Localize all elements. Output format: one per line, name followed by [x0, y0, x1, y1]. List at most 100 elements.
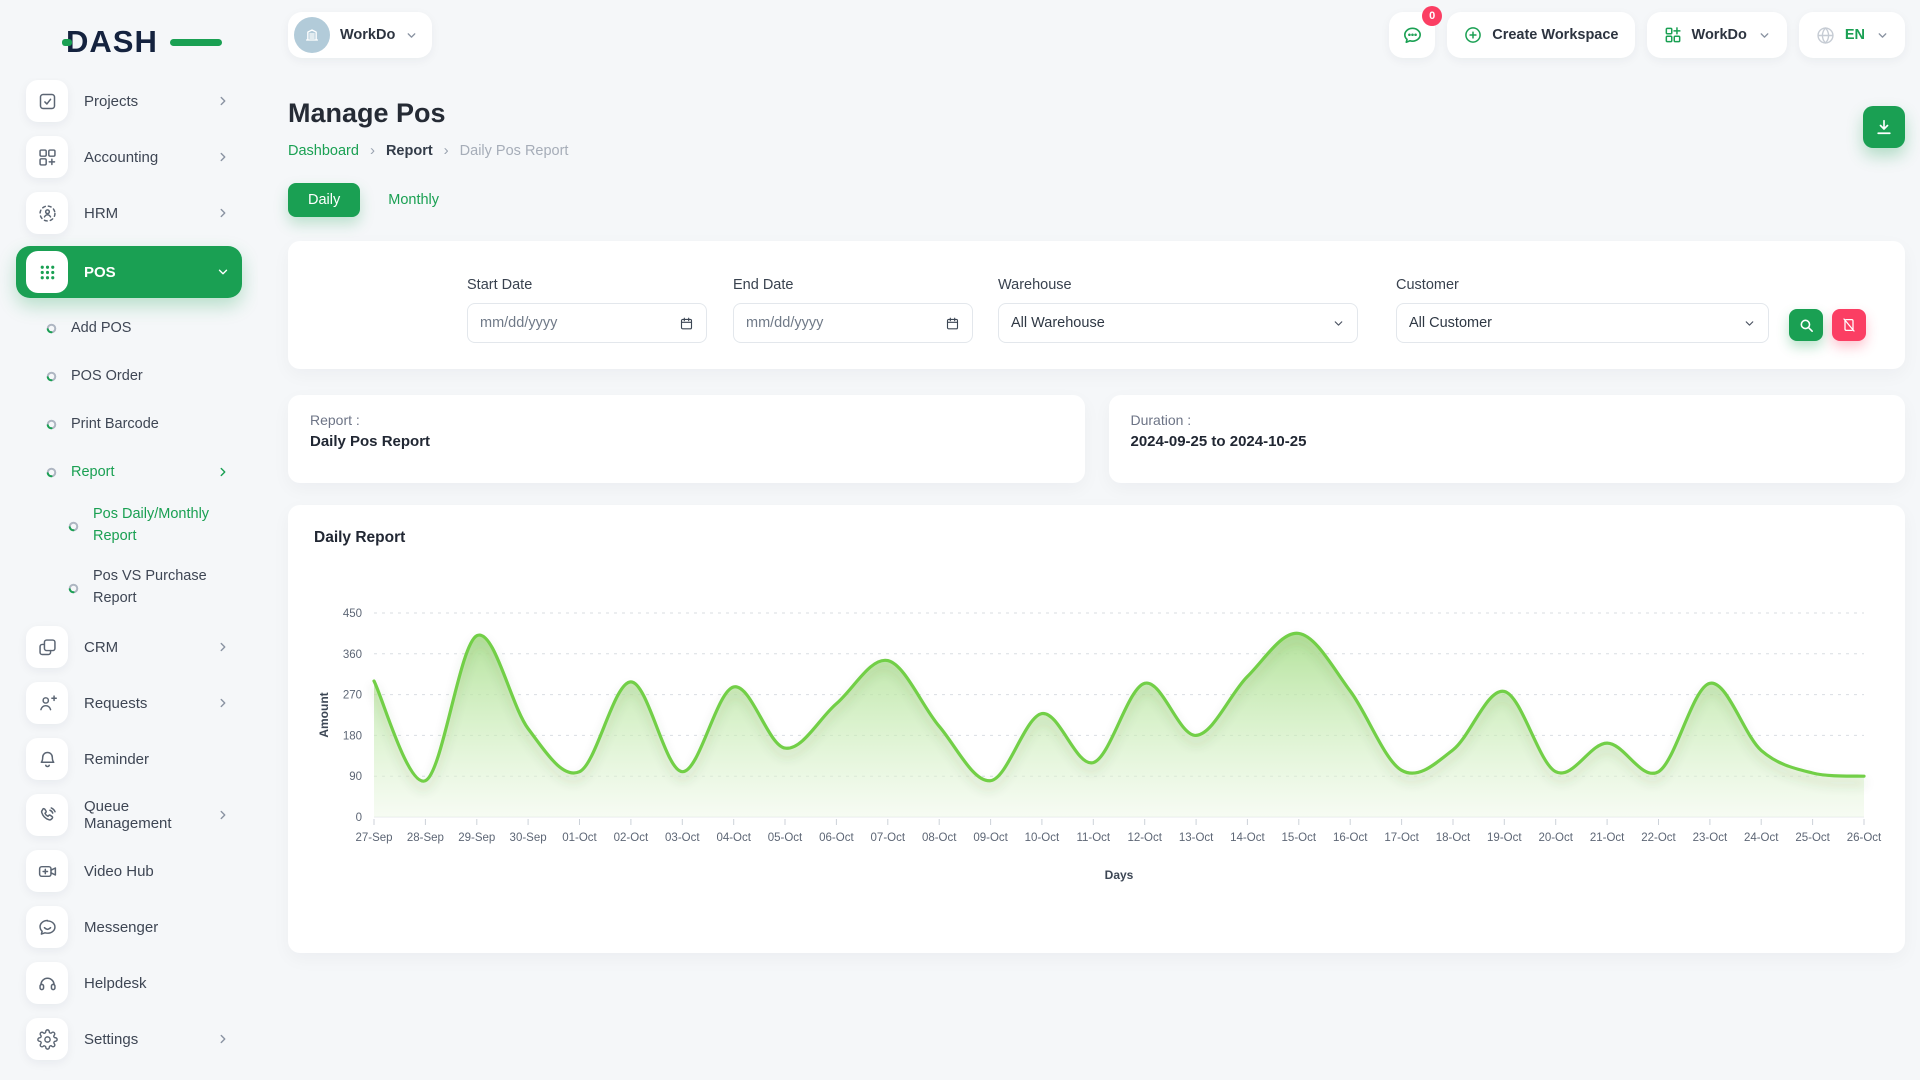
- bullet-icon: [46, 323, 57, 334]
- sidebar-item-queue-management[interactable]: Queue Management: [16, 792, 242, 838]
- x-axis-title: Days: [1105, 868, 1134, 882]
- svg-text:16-Oct: 16-Oct: [1333, 832, 1368, 844]
- y-axis-title: Amount: [317, 692, 331, 737]
- logo-accent-dot: [62, 39, 72, 46]
- chevron-right-icon: [216, 465, 230, 479]
- sidebar-item-label: POS Order: [71, 368, 143, 384]
- end-date-input[interactable]: [746, 315, 937, 331]
- main-content: Manage Pos Dashboard › Report › Daily Po…: [258, 72, 1920, 1080]
- svg-text:180: 180: [343, 730, 362, 742]
- start-date-label: Start Date: [467, 277, 707, 293]
- grid-plus-icon: [1663, 25, 1683, 45]
- svg-text:01-Oct: 01-Oct: [562, 832, 597, 844]
- create-workspace-button[interactable]: Create Workspace: [1447, 12, 1634, 58]
- sidebar-item-accounting[interactable]: Accounting: [16, 134, 242, 180]
- brand-logo[interactable]: DASH: [66, 24, 196, 60]
- accounting-icon: [26, 136, 68, 178]
- sidebar-item-pos[interactable]: POS: [16, 246, 242, 298]
- plus-circle-icon: [1463, 25, 1483, 45]
- svg-text:270: 270: [343, 690, 362, 702]
- warehouse-select[interactable]: All Warehouse: [998, 303, 1358, 343]
- sidebar-item-reminder[interactable]: Reminder: [16, 736, 242, 782]
- sidebar-item-settings[interactable]: Settings: [16, 1016, 242, 1062]
- logo-accent-bar: [170, 39, 222, 46]
- chevron-right-icon: [216, 150, 230, 164]
- sidebar-item-report[interactable]: Report: [16, 452, 242, 492]
- svg-text:12-Oct: 12-Oct: [1127, 832, 1162, 844]
- download-icon: [1874, 117, 1894, 137]
- sidebar-item-label: Add POS: [71, 320, 131, 336]
- svg-text:28-Sep: 28-Sep: [407, 832, 444, 844]
- chat-icon: [1401, 24, 1424, 47]
- chevron-right-icon: [216, 206, 230, 220]
- sidebar-item-label: CRM: [84, 639, 118, 656]
- sidebar-item-hrm[interactable]: HRM: [16, 190, 242, 236]
- sidebar-item-pos-order[interactable]: POS Order: [16, 356, 242, 396]
- sidebar-item-pos-daily-monthly-report[interactable]: Pos Daily/Monthly Report: [16, 500, 242, 552]
- logo-text: DASH: [66, 24, 158, 59]
- customer-select[interactable]: All Customer: [1396, 303, 1769, 343]
- clear-filter-icon: [1841, 317, 1857, 333]
- customer-label: Customer: [1396, 277, 1769, 293]
- start-date-input[interactable]: [480, 315, 671, 331]
- requests-icon: [26, 682, 68, 724]
- reminder-icon: [26, 738, 68, 780]
- sidebar-item-helpdesk[interactable]: Helpdesk: [16, 960, 242, 1006]
- sidebar-item-label: Report: [71, 464, 115, 480]
- sidebar-item-projects[interactable]: Projects: [16, 78, 242, 124]
- svg-text:07-Oct: 07-Oct: [871, 832, 906, 844]
- tab-monthly[interactable]: Monthly: [388, 192, 439, 208]
- download-button[interactable]: [1863, 106, 1905, 148]
- sidebar-item-add-pos[interactable]: Add POS: [16, 308, 242, 348]
- svg-text:17-Oct: 17-Oct: [1384, 832, 1419, 844]
- svg-text:13-Oct: 13-Oct: [1179, 832, 1214, 844]
- chevron-right-icon: [216, 808, 230, 822]
- sidebar-item-pos-vs-purchase-report[interactable]: Pos VS Purchase Report: [16, 562, 242, 614]
- page-header: Manage Pos Dashboard › Report › Daily Po…: [288, 98, 1905, 159]
- language-selector[interactable]: EN: [1799, 12, 1905, 58]
- topbar-actions: 0 Create Workspace WorkDo EN: [1389, 12, 1905, 58]
- calendar-icon[interactable]: [679, 316, 694, 331]
- svg-text:25-Oct: 25-Oct: [1795, 832, 1830, 844]
- warehouse-selected-value: All Warehouse: [1011, 315, 1105, 331]
- customer-selected-value: All Customer: [1409, 315, 1492, 331]
- sidebar-item-label: Video Hub: [84, 863, 154, 880]
- breadcrumb-dashboard[interactable]: Dashboard: [288, 143, 359, 159]
- chart-title: Daily Report: [314, 529, 1879, 547]
- bullet-icon: [46, 419, 57, 430]
- sidebar-item-label: Requests: [84, 695, 147, 712]
- svg-text:26-Oct: 26-Oct: [1847, 832, 1882, 844]
- globe-icon: [1815, 25, 1836, 46]
- reset-filter-button[interactable]: [1832, 309, 1866, 341]
- bullet-icon: [68, 583, 79, 594]
- chevron-down-icon: [216, 265, 230, 279]
- search-button[interactable]: [1789, 309, 1823, 341]
- report-summary-card: Report : Daily Pos Report: [288, 395, 1085, 483]
- language-label: EN: [1845, 27, 1865, 43]
- sidebar-item-crm[interactable]: CRM: [16, 624, 242, 670]
- end-date-field: End Date: [733, 277, 973, 343]
- breadcrumb-report[interactable]: Report: [386, 143, 433, 159]
- svg-text:29-Sep: 29-Sep: [458, 832, 495, 844]
- chevron-down-icon: [1758, 29, 1771, 42]
- breadcrumb-current: Daily Pos Report: [460, 143, 569, 159]
- create-workspace-label: Create Workspace: [1492, 27, 1618, 43]
- workspace-selector[interactable]: WorkDo: [288, 12, 432, 58]
- workspace-name: WorkDo: [340, 27, 395, 43]
- calendar-icon[interactable]: [945, 316, 960, 331]
- app-root: DASH Projects Accounting HRM POS Add POS POS …: [0, 0, 1920, 1080]
- sidebar-item-label: Projects: [84, 93, 138, 110]
- sidebar-item-video-hub[interactable]: Video Hub: [16, 848, 242, 894]
- sidebar-item-print-barcode[interactable]: Print Barcode: [16, 404, 242, 444]
- sidebar-item-label: Messenger: [84, 919, 158, 936]
- messages-badge: 0: [1422, 6, 1442, 26]
- duration-value: 2024-09-25 to 2024-10-25: [1131, 433, 1884, 450]
- sidebar-item-label: Settings: [84, 1031, 138, 1048]
- start-date-field: Start Date: [467, 277, 707, 343]
- summary-row: Report : Daily Pos Report Duration : 202…: [288, 395, 1905, 483]
- sidebar-item-requests[interactable]: Requests: [16, 680, 242, 726]
- messages-button[interactable]: 0: [1389, 12, 1435, 58]
- sidebar-item-messenger[interactable]: Messenger: [16, 904, 242, 950]
- workdo-menu-button[interactable]: WorkDo: [1647, 12, 1787, 58]
- tab-daily[interactable]: Daily: [288, 183, 360, 217]
